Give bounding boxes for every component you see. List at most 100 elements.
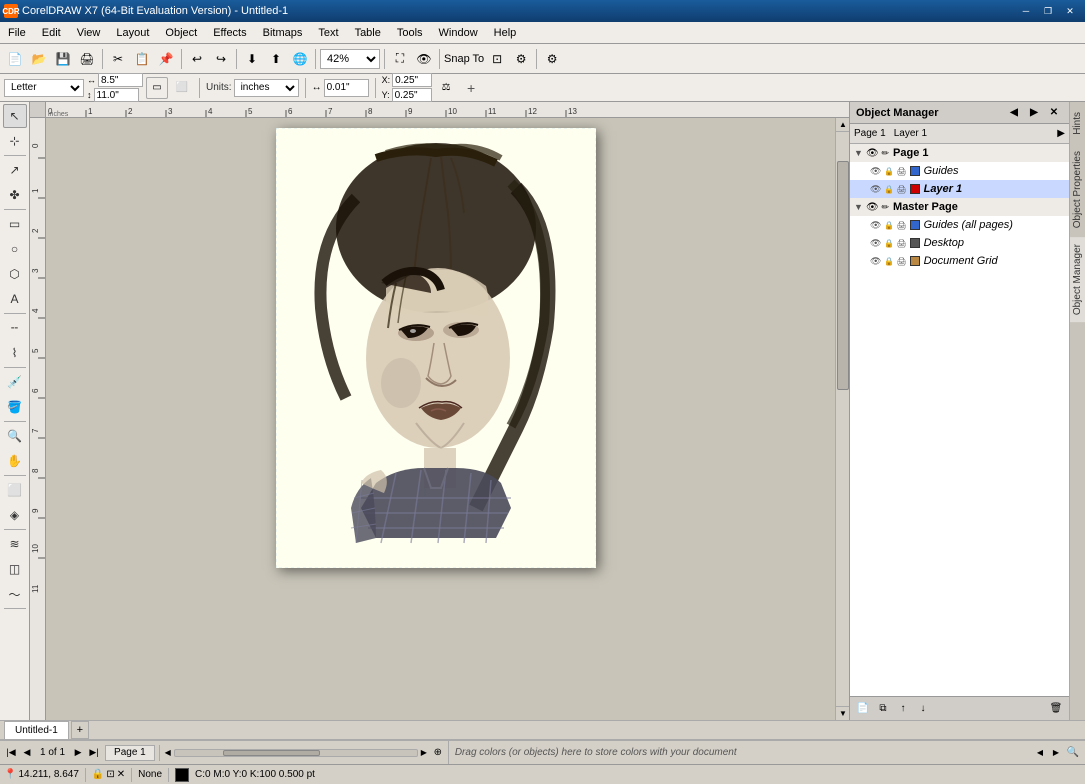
- portrait-btn[interactable]: ▭: [146, 77, 168, 99]
- pan-tool[interactable]: ✋: [3, 449, 27, 473]
- ellipse-tool[interactable]: ○: [3, 237, 27, 261]
- text-tool[interactable]: A: [3, 287, 27, 311]
- paste-button[interactable]: 📌: [155, 48, 177, 70]
- canvas-area[interactable]: SyS ©2016 ▲ ▼: [46, 118, 849, 720]
- menu-table[interactable]: Table: [347, 25, 389, 41]
- export-button[interactable]: ⬆: [265, 48, 287, 70]
- zoom-tool[interactable]: 🔍: [3, 424, 27, 448]
- print-icon-guides[interactable]: 🖨: [896, 167, 906, 176]
- print-icon-guides-all[interactable]: 🖨: [896, 221, 906, 230]
- eye-icon-guides[interactable]: 👁: [870, 166, 881, 176]
- h-scroll-thumb[interactable]: [223, 750, 320, 756]
- copy-button[interactable]: 📋: [131, 48, 153, 70]
- eye-icon-docgrid[interactable]: 👁: [870, 256, 881, 266]
- publish-button[interactable]: 🌐: [289, 48, 311, 70]
- nudge-input[interactable]: [324, 79, 369, 97]
- units-select[interactable]: inches mm cm pixels: [234, 79, 299, 97]
- lock-icon-guides[interactable]: 🔒: [884, 167, 894, 176]
- eye-icon-guides-all[interactable]: 👁: [870, 220, 881, 230]
- select-tool[interactable]: ↖: [3, 104, 27, 128]
- print-icon-layer1[interactable]: 🖨: [896, 185, 906, 194]
- smear-tool[interactable]: 〜: [3, 582, 27, 606]
- transparency[interactable]: ◫: [3, 557, 27, 581]
- snap-left-btn[interactable]: ◀: [1033, 746, 1047, 760]
- eye-icon[interactable]: 👁: [866, 148, 879, 159]
- zoom-to-fit-btn[interactable]: ⊕: [430, 745, 446, 761]
- menu-object[interactable]: Object: [157, 25, 205, 41]
- drawing-scale-btn[interactable]: ⚖: [435, 77, 457, 99]
- page-size-select[interactable]: Letter A4 Legal: [4, 79, 84, 97]
- page-height-input[interactable]: [94, 88, 139, 102]
- eye-icon-desktop[interactable]: 👁: [870, 238, 881, 248]
- move-layer-down-btn[interactable]: ↓: [914, 700, 932, 718]
- h-scroll-right[interactable]: ▶: [418, 747, 430, 759]
- full-screen-preview[interactable]: ⛶: [389, 48, 411, 70]
- menu-window[interactable]: Window: [431, 25, 486, 41]
- nav-last-page[interactable]: ▶|: [87, 746, 101, 760]
- tree-guides-all[interactable]: 👁 🔒 🖨 Guides (all pages): [850, 216, 1069, 234]
- menu-tools[interactable]: Tools: [389, 25, 431, 41]
- expand-masterpage-icon[interactable]: ▼: [854, 202, 864, 212]
- panel-close-btn[interactable]: ✕: [1045, 104, 1063, 122]
- lock-icon-desktop[interactable]: 🔒: [884, 239, 894, 248]
- node-tool[interactable]: ⊹: [3, 129, 27, 153]
- landscape-btn[interactable]: ⬜: [171, 77, 193, 99]
- menu-layout[interactable]: Layout: [108, 25, 157, 41]
- menu-text[interactable]: Text: [310, 25, 346, 41]
- new-button[interactable]: 📄: [4, 48, 26, 70]
- tree-masterpage[interactable]: ▼ 👁 ✏ Master Page: [850, 198, 1069, 216]
- page-add-btn[interactable]: +: [460, 77, 482, 99]
- panel-collapse-btn[interactable]: ◀: [1005, 104, 1023, 122]
- grid-x-input[interactable]: [392, 73, 432, 87]
- nav-prev-page[interactable]: ◀: [20, 746, 34, 760]
- zoom-dropdown[interactable]: 42% 100% 200%: [320, 49, 380, 69]
- expand-page1-icon[interactable]: ▼: [854, 148, 864, 158]
- tree-page1[interactable]: ▼ 👁 ✏ Page 1: [850, 144, 1069, 162]
- save-button[interactable]: 💾: [52, 48, 74, 70]
- v-scroll-thumb[interactable]: [837, 161, 849, 391]
- parallel-dimension[interactable]: ╌: [3, 316, 27, 340]
- obj-properties-tab[interactable]: Object Properties: [1070, 144, 1085, 235]
- menu-effects[interactable]: Effects: [205, 25, 254, 41]
- interactive-fill[interactable]: ◈: [3, 503, 27, 527]
- hints-tab[interactable]: Hints: [1070, 105, 1085, 142]
- eyedropper-tool[interactable]: 💉: [3, 370, 27, 394]
- freehand-tool[interactable]: ↗: [3, 158, 27, 182]
- grid-y-input[interactable]: [392, 88, 432, 102]
- print-icon-desktop[interactable]: 🖨: [896, 239, 906, 248]
- rect-tool[interactable]: ▭: [3, 212, 27, 236]
- open-button[interactable]: 📂: [28, 48, 50, 70]
- menu-edit[interactable]: Edit: [34, 25, 69, 41]
- eye-icon-layer1[interactable]: 👁: [870, 184, 881, 194]
- window-controls[interactable]: ─ ❐ ✕: [1015, 3, 1081, 19]
- menu-view[interactable]: View: [69, 25, 109, 41]
- add-tab-btn[interactable]: +: [71, 721, 89, 739]
- tree-docgrid[interactable]: 👁 🔒 🖨 Document Grid: [850, 252, 1069, 270]
- menu-file[interactable]: File: [0, 25, 34, 41]
- page-width-input[interactable]: [98, 73, 143, 87]
- snap-right-btn[interactable]: ▶: [1049, 746, 1063, 760]
- zoom-out-btn[interactable]: 🔍: [1065, 745, 1081, 761]
- duplicate-layer-btn[interactable]: ⧉: [874, 700, 892, 718]
- smart-draw[interactable]: ✤: [3, 183, 27, 207]
- lock-icon-layer1[interactable]: 🔒: [884, 185, 894, 194]
- lock-icon-guides-all[interactable]: 🔒: [884, 221, 894, 230]
- new-layer-btn[interactable]: 📄: [854, 700, 872, 718]
- cut-button[interactable]: ✂: [107, 48, 129, 70]
- menu-bitmaps[interactable]: Bitmaps: [255, 25, 311, 41]
- snap-toggle[interactable]: ⊡: [486, 48, 508, 70]
- delete-layer-btn[interactable]: 🗑: [1047, 700, 1065, 718]
- scroll-up-arrow[interactable]: ▲: [836, 118, 849, 132]
- fill-tool[interactable]: ⬜: [3, 478, 27, 502]
- import-button[interactable]: ⬇: [241, 48, 263, 70]
- vertical-scrollbar[interactable]: ▲ ▼: [835, 118, 849, 720]
- lock-icon-docgrid[interactable]: 🔒: [884, 257, 894, 266]
- scroll-down-arrow[interactable]: ▼: [836, 706, 849, 720]
- undo-button[interactable]: ↩: [186, 48, 208, 70]
- restore-button[interactable]: ❐: [1037, 3, 1059, 19]
- print-button[interactable]: 🖨: [76, 48, 98, 70]
- obj-manager-tab[interactable]: Object Manager: [1070, 237, 1085, 322]
- connector-tool[interactable]: ⌇: [3, 341, 27, 365]
- nav-first-page[interactable]: |◀: [4, 746, 18, 760]
- blend-tool[interactable]: ≋: [3, 532, 27, 556]
